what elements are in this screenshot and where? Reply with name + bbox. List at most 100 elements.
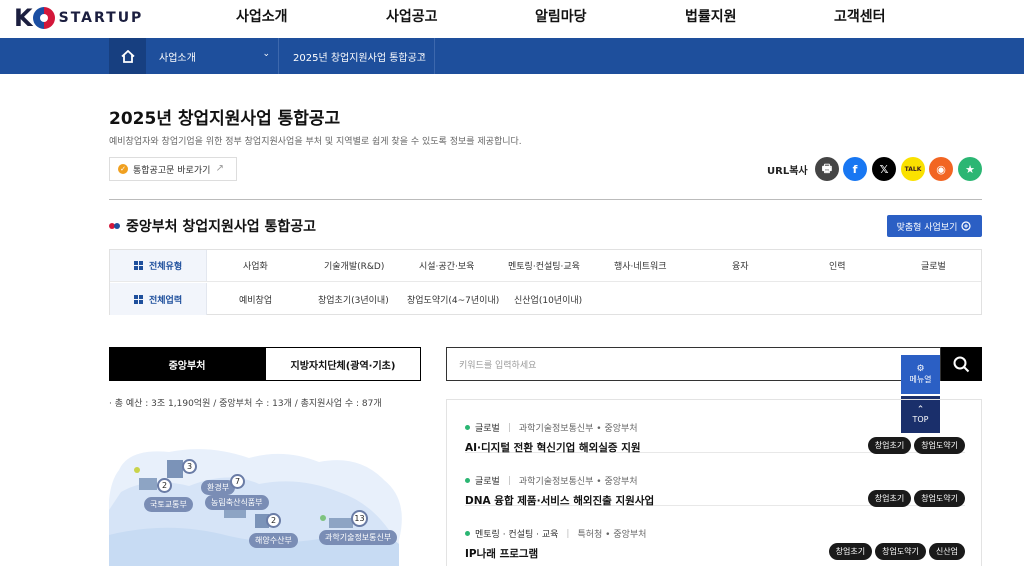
category-dot-icon: [465, 425, 470, 430]
filter-age-item[interactable]: 예비창업: [239, 283, 272, 315]
list-item[interactable]: 멘토링 · 컨설팅 · 교육 | 특허청 • 중앙부처 IP나래 프로그램 창업…: [465, 506, 965, 561]
grid-icon: [134, 261, 143, 270]
search-button[interactable]: [941, 347, 982, 381]
rss-button[interactable]: ◉: [929, 157, 953, 181]
program-tags: 창업초기 창업도약기: [867, 490, 965, 507]
custom-program-label: 맞춤형 사업보기: [896, 222, 958, 233]
section-dots-icon: [109, 223, 120, 229]
filter-type-item[interactable]: 시설·공간·보육: [419, 250, 474, 281]
filter-age-item[interactable]: 창업도약기(4~7년이내): [407, 283, 499, 315]
program-tag: 신산업: [928, 543, 965, 560]
map-label-mof[interactable]: 해양수산부: [249, 533, 298, 548]
filter-type-item[interactable]: 융자: [732, 250, 749, 281]
list-item[interactable]: 글로벌 | 과학기술정보통신부 • 중앙부처 DNA 융합 제품·서비스 해외진…: [465, 453, 965, 507]
program-org: 과학기술정보통신부 • 중앙부처: [518, 477, 638, 487]
map-label-mafra[interactable]: 농림축산식품부: [205, 495, 269, 510]
program-tag: 창업초기: [867, 490, 912, 507]
map-count-mafra: 7: [230, 474, 245, 489]
kakaotalk-share-button[interactable]: TALK: [901, 157, 925, 181]
breadcrumb-level1-label: 사업소개: [159, 52, 196, 64]
keyword-search-input[interactable]: 키워드를 입력하세요: [446, 347, 941, 381]
quick-menu-label: 메뉴열: [909, 375, 932, 384]
filter-head-age-label: 전체업력: [149, 295, 183, 306]
filter-row-age: 전체업력 예비창업 창업초기(3년이내) 창업도약기(4~7년이내) 신산업(1…: [110, 283, 981, 315]
program-tag: 창업도약기: [914, 437, 965, 454]
program-list: 글로벌 | 과학기술정보통신부 • 중앙부처 AI·디지털 전환 혁신기업 해외…: [446, 399, 982, 566]
search-plus-icon: [961, 220, 972, 231]
quick-menu-open-button[interactable]: ⚙ 메뉴열: [901, 355, 940, 394]
print-icon: 🖶: [821, 161, 833, 175]
settings-icon: ⚙: [916, 364, 925, 374]
announcement-link-button[interactable]: ✓ 통합공고문 바로가기 ↗: [109, 157, 237, 181]
custom-program-button[interactable]: 맞춤형 사업보기: [887, 215, 982, 237]
x-share-button[interactable]: 𝕏: [872, 157, 896, 181]
rss-icon: ◉: [936, 162, 946, 176]
map-label-molit[interactable]: 국토교통부: [144, 497, 193, 512]
bookmark-button[interactable]: ★: [958, 157, 982, 181]
filter-type-item[interactable]: 사업화: [243, 250, 268, 281]
map-count-me: 3: [182, 459, 197, 474]
tab-local-government[interactable]: 지방자치단체(광역·기초): [265, 347, 421, 381]
meta-separator: |: [507, 422, 511, 433]
program-title[interactable]: IP나래 프로그램: [465, 546, 538, 561]
kakaotalk-icon: TALK: [904, 165, 922, 173]
star-icon: ★: [965, 162, 975, 176]
program-tag: 창업도약기: [914, 490, 965, 507]
chevron-down-icon: ⌄: [262, 49, 270, 59]
gnb-item-about[interactable]: 사업소개: [236, 6, 288, 26]
section-title-text: 중앙부처 창업지원사업 통합공고: [126, 219, 317, 235]
external-link-icon: ↗: [215, 163, 224, 174]
announcement-link-label: 통합공고문 바로가기: [133, 165, 211, 176]
budget-summary: · 총 예산 : 3조 1,190억원 / 중앙부처 수 : 13개 / 총지원…: [109, 399, 382, 409]
section-divider: [109, 199, 982, 200]
filter-type-item[interactable]: 기술개발(R&D): [324, 250, 384, 281]
map-count-molit: 2: [157, 478, 172, 493]
program-tags: 창업초기 창업도약기 신산업: [828, 543, 965, 560]
meta-separator: |: [507, 475, 511, 486]
filter-type-item[interactable]: 행사·네트워크: [614, 250, 667, 281]
filter-age-item[interactable]: 창업초기(3년이내): [318, 283, 389, 315]
program-tag: 창업초기: [867, 437, 912, 454]
category-dot-icon: [465, 478, 470, 483]
facebook-icon: f: [852, 162, 858, 176]
ministry-map: 국토교통부 2 환경부 3 농림축산식품부 7 해양수산부 2 과학기술정보통신…: [109, 440, 419, 566]
breadcrumb-bar: 사업소개 ⌄ 2025년 창업지원사업 통합공고 ⌄: [0, 38, 1024, 74]
breadcrumb-level1[interactable]: 사업소개 ⌄: [147, 38, 279, 74]
gnb-item-support[interactable]: 고객센터: [834, 6, 886, 26]
program-category: 글로벌: [475, 424, 500, 434]
program-category: 멘토링 · 컨설팅 · 교육: [475, 530, 559, 540]
filter-table: 전체유형 사업화 기술개발(R&D) 시설·공간·보육 멘토링·컨설팅·교육 행…: [109, 249, 982, 315]
program-tag: 창업도약기: [875, 543, 926, 560]
home-button[interactable]: [109, 38, 146, 74]
search-icon: [953, 356, 970, 372]
gnb-item-news[interactable]: 알림마당: [535, 6, 587, 26]
filter-head-type[interactable]: 전체유형: [110, 250, 207, 281]
check-icon: ✓: [118, 164, 128, 174]
filter-head-age[interactable]: 전체업력: [110, 283, 207, 315]
page-description: 예비창업자와 창업기업을 위한 정부 창업지원사업을 부처 및 지역별로 쉽게 …: [109, 137, 522, 147]
breadcrumb-level2-label: 2025년 창업지원사업 통합공고: [293, 52, 427, 64]
gnb-item-legal[interactable]: 법률지원: [685, 6, 737, 26]
map-count-mof: 2: [266, 513, 281, 528]
program-meta: 멘토링 · 컨설팅 · 교육 | 특허청 • 중앙부처: [465, 527, 646, 540]
url-copy-label[interactable]: URL복사: [767, 162, 808, 177]
global-nav: 사업소개 사업공고 알림마당 법률지원 고객센터: [0, 0, 1024, 38]
print-button[interactable]: 🖶: [815, 157, 839, 181]
filter-type-item[interactable]: 인력: [829, 250, 846, 281]
grid-icon: [134, 294, 143, 304]
filter-age-item[interactable]: 신산업(10년이내): [514, 283, 582, 315]
chevron-down-icon: ⌄: [418, 49, 426, 59]
home-icon: [120, 49, 135, 63]
map-label-msit[interactable]: 과학기술정보통신부: [319, 530, 398, 545]
list-item[interactable]: 글로벌 | 과학기술정보통신부 • 중앙부처 AI·디지털 전환 혁신기업 해외…: [465, 400, 965, 454]
program-tag: 창업초기: [828, 543, 873, 560]
gnb-item-notices[interactable]: 사업공고: [386, 6, 438, 26]
tab-central-ministry[interactable]: 중앙부처: [109, 347, 265, 381]
breadcrumb-level2[interactable]: 2025년 창업지원사업 통합공고 ⌄: [280, 38, 435, 74]
filter-type-item[interactable]: 글로벌: [921, 250, 946, 281]
filter-row-type: 전체유형 사업화 기술개발(R&D) 시설·공간·보육 멘토링·컨설팅·교육 행…: [110, 250, 981, 282]
facebook-share-button[interactable]: f: [843, 157, 867, 181]
program-org: 과학기술정보통신부 • 중앙부처: [518, 424, 638, 434]
filter-type-item[interactable]: 멘토링·컨설팅·교육: [508, 250, 580, 281]
top-header: K STARTUP 사업소개 사업공고 알림마당 법률지원 고객센터: [0, 0, 1024, 38]
